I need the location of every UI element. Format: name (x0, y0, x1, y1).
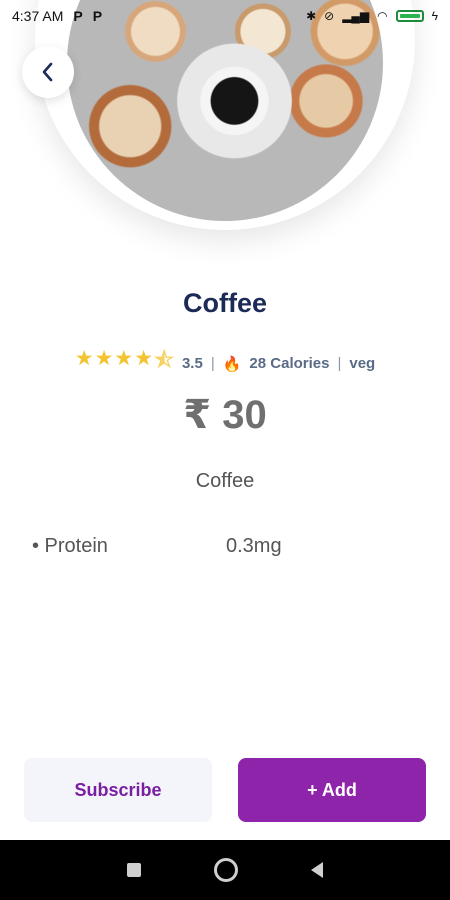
bluetooth-icon: ✱ (306, 9, 317, 23)
subscribe-button[interactable]: Subscribe (24, 758, 212, 822)
system-nav-bar (0, 840, 450, 900)
star-icon: ★ (94, 347, 114, 370)
status-time: 4:37 AM (12, 8, 64, 24)
nutrient-name: • Protein (32, 535, 108, 557)
charging-icon: ϟ (431, 9, 438, 23)
notification-p-icon: P (92, 8, 103, 24)
back-button[interactable] (22, 46, 74, 98)
diet-label: veg (349, 355, 376, 372)
nutrient-value: 0.3mg (226, 535, 282, 557)
product-title: Coffee (182, 288, 267, 318)
status-bar: 4:37 AM P P ✱ ⊘ ▂▄▆ ◠ ϟ (0, 0, 450, 32)
rating-value: 3.5 (181, 355, 203, 372)
status-left: 4:37 AM P P (12, 8, 102, 24)
recents-icon[interactable] (126, 863, 141, 877)
divider: | (337, 355, 342, 372)
star-icon: ★ (74, 347, 94, 370)
star-icon: ★ (134, 347, 154, 370)
calories: 28 Calories (249, 355, 330, 372)
status-right: ✱ ⊘ ▂▄▆ ◠ ϟ (306, 9, 438, 23)
back-icon[interactable] (311, 862, 324, 878)
home-icon[interactable] (213, 858, 238, 882)
divider: | (210, 355, 215, 372)
add-button[interactable]: + Add (238, 758, 426, 822)
battery-icon (395, 10, 424, 22)
chevron-left-icon (42, 62, 53, 82)
flame-icon: 🔥 (222, 355, 242, 373)
rating-stars: ★ ★ ★ ★ ⯪ (75, 346, 174, 381)
product-meta: ★ ★ ★ ★ ⯪ 3.5 | 🔥 28 Calories | veg (0, 346, 450, 381)
half-star-icon: ⯪ (154, 349, 174, 372)
alarm-off-icon: ⊘ (324, 9, 335, 23)
star-icon: ★ (114, 347, 134, 370)
signal-icon: ▂▄▆ (342, 9, 370, 23)
price: ₹ 30 (183, 393, 267, 437)
wifi-icon: ◠ (377, 9, 388, 23)
product-description: Coffee (195, 470, 255, 492)
nutrient-row: • Protein 0.3mg (32, 535, 432, 558)
notification-p-icon: P (73, 8, 83, 24)
